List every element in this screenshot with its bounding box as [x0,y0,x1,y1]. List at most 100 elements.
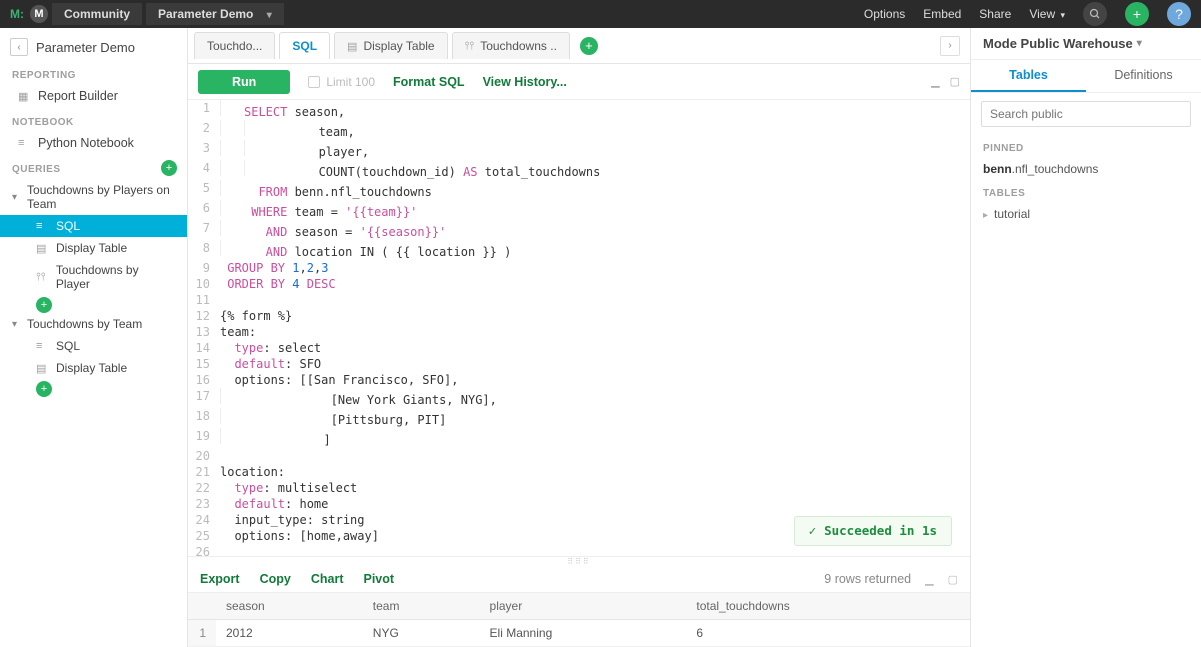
minimize-icon[interactable]: ▁ [925,573,933,586]
line-number: 8 [188,240,218,260]
collapse-sidebar-icon[interactable]: ‹ [10,38,28,56]
view-history-button[interactable]: View History... [483,75,567,89]
column-header[interactable]: team [363,593,480,620]
minimize-icon[interactable]: ▁ [931,75,939,88]
column-header[interactable]: player [480,593,687,620]
table-row[interactable]: 12012NYGEli Manning6 [188,620,970,647]
resize-handle[interactable]: ⠿⠿⠿ [188,556,970,566]
add-output-button[interactable]: + [36,297,52,313]
line-number: 15 [188,356,218,372]
editor-line: 9 GROUP BY 1,2,3 [188,260,970,276]
line-number: 6 [188,200,218,220]
editor-tab[interactable]: SQL [279,32,330,59]
run-button[interactable]: Run [198,70,290,94]
crumb-workspace[interactable]: Community [52,3,142,25]
search-icon[interactable] [1083,2,1107,26]
editor-line: 22 type: multiselect [188,480,970,496]
pinned-table[interactable]: benn.nfl_touchdowns [971,158,1201,180]
center-pane: Touchdo...SQL▤Display Table⫯⫯Touchdowns … [188,28,971,647]
schema-table[interactable]: ▸tutorial [971,203,1201,225]
search-input[interactable] [981,101,1191,127]
brand: M: M [10,5,48,23]
format-sql-button[interactable]: Format SQL [393,75,465,89]
line-number: 17 [188,388,218,408]
limit-toggle[interactable]: Limit 100 [308,75,375,89]
new-button[interactable]: + [1125,2,1149,26]
editor-line: 16 options: [[San Francisco, SFO], [188,372,970,388]
add-query-button[interactable]: + [161,160,177,176]
menu-embed[interactable]: Embed [923,7,961,21]
child-label: Touchdowns by Player [56,263,175,291]
sidebar-query-child[interactable]: ≡SQL [0,215,187,237]
brand-logo-icon[interactable]: M [30,5,48,23]
menu-view[interactable]: View ▾ [1029,7,1065,21]
caret-down-icon: ▾ [12,192,17,203]
tab-definitions[interactable]: Definitions [1086,60,1201,92]
sidebar-query-child[interactable]: ≡SQL [0,335,187,357]
rows-returned: 9 rows returned [824,572,911,586]
warehouse-selector[interactable]: Mode Public Warehouse ▾ [971,28,1201,60]
editor-tab[interactable]: Touchdo... [194,32,275,59]
editor-line: 1SELECT season, [188,100,970,120]
sidebar-query-child[interactable]: ⫯⫯Touchdowns by Player [0,259,187,295]
maximize-icon[interactable]: ▢ [950,75,960,88]
pivot-button[interactable]: Pivot [364,572,395,586]
editor-line: 15 default: SFO [188,356,970,372]
maximize-icon[interactable]: ▢ [948,573,958,586]
line-number: 4 [188,160,218,180]
editor-tab[interactable]: ⫯⫯Touchdowns .. [452,32,570,59]
table-cell: 2012 [216,620,363,647]
sidebar-query-child[interactable]: ▤Display Table [0,237,187,259]
help-button[interactable]: ? [1167,2,1191,26]
editor-tab[interactable]: ▤Display Table [334,32,448,59]
section-notebook: NOTEBOOK [0,107,187,132]
line-number: 22 [188,480,218,496]
chart-button[interactable]: Chart [311,572,344,586]
editor-line: 19 ] [188,428,970,448]
chart-icon: ⫯⫯ [465,40,475,53]
table-cell: NYG [363,620,480,647]
column-header[interactable]: total_touchdowns [686,593,970,620]
section-queries: QUERIES [10,154,73,179]
line-number: 5 [188,180,218,200]
export-button[interactable]: Export [200,572,240,586]
editor-line: 21location: [188,464,970,480]
sidebar-python-notebook[interactable]: ≡ Python Notebook [0,132,187,154]
add-tab-button[interactable]: + [580,37,598,55]
chevron-down-icon: ▾ [1137,38,1142,49]
line-number: 23 [188,496,218,512]
run-status-chip: ✓ Succeeded in 1s [794,516,952,546]
editor-line: 17 [New York Giants, NYG], [188,388,970,408]
editor-line: 23 default: home [188,496,970,512]
add-output-button[interactable]: + [36,381,52,397]
editor-line: 5 FROM benn.nfl_touchdowns [188,180,970,200]
child-label: SQL [56,339,80,353]
line-number: 7 [188,220,218,240]
line-number: 25 [188,528,218,544]
schema-search [981,101,1191,127]
sidebar-query-child[interactable]: ▤Display Table [0,357,187,379]
tab-tables[interactable]: Tables [971,60,1086,92]
sidebar-report-builder[interactable]: ▦ Report Builder [0,85,187,107]
editor-line: 8 AND location IN ( {{ location }} ) [188,240,970,260]
line-number: 13 [188,324,218,340]
sidebar-query[interactable]: ▾Touchdowns by Team [0,313,187,335]
menu-options[interactable]: Options [864,7,905,21]
crumb-report[interactable]: Parameter Demo ▾ [146,3,284,25]
top-bar: M: M Community Parameter Demo ▾ Options … [0,0,1201,28]
copy-button[interactable]: Copy [260,572,291,586]
table-cell: Eli Manning [480,620,687,647]
editor-line: 18 [Pittsburg, PIT] [188,408,970,428]
menu-share[interactable]: Share [979,7,1011,21]
schema-panel: Mode Public Warehouse ▾ Tables Definitio… [971,28,1201,647]
sql-editor[interactable]: 1SELECT season,2 team,3 player,4 COUNT(t… [188,100,970,556]
editor-line: 2 team, [188,120,970,140]
sidebar-query[interactable]: ▾ Touchdowns by Players on Team [0,179,187,215]
sql-icon: ≡ [36,220,50,232]
query-name: Touchdowns by Players on Team [27,183,175,211]
line-number: 14 [188,340,218,356]
column-header[interactable]: season [216,593,363,620]
line-number: 11 [188,292,218,308]
expand-pane-icon[interactable]: › [940,36,960,56]
editor-tabs: Touchdo...SQL▤Display Table⫯⫯Touchdowns … [188,28,970,64]
